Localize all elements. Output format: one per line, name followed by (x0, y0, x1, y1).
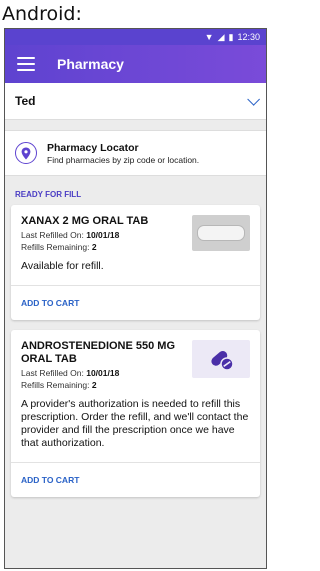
refill-status: A provider's authorization is needed to … (21, 398, 249, 449)
locator-title: Pharmacy Locator (47, 141, 139, 154)
refills-remaining: Refills Remaining: 2 (21, 380, 97, 390)
patient-name: Ted (15, 94, 36, 108)
menu-icon[interactable] (17, 57, 35, 71)
wifi-icon: ▼ (204, 32, 214, 42)
pill-photo (192, 215, 250, 251)
section-ready-for-fill: READY FOR FILL (15, 190, 82, 199)
status-time: 12:30 (237, 32, 260, 42)
app-bar: Pharmacy (5, 45, 266, 83)
status-bar: ▼ ◢ ▮ 12:30 (5, 29, 266, 45)
patient-selector[interactable]: Ted (5, 83, 266, 120)
refill-status: Available for refill. (21, 260, 104, 272)
prescription-card: XANAX 2 MG ORAL TAB Last Refilled On: 10… (11, 205, 260, 320)
add-to-cart-button[interactable]: ADD TO CART (11, 285, 260, 320)
phone-frame: ▼ ◢ ▮ 12:30 Pharmacy Ted Pharmacy Locato… (4, 28, 267, 569)
prescription-card: ANDROSTENEDIONE 550 MG ORAL TAB Last Ref… (11, 330, 260, 497)
battery-icon: ▮ (228, 31, 234, 42)
drug-name: XANAX 2 MG ORAL TAB (21, 215, 149, 227)
chevron-down-icon (247, 92, 260, 106)
screenshot-caption: Android: (2, 3, 82, 25)
signal-icon: ◢ (217, 31, 225, 42)
page-title: Pharmacy (57, 56, 124, 72)
drug-name: ANDROSTENEDIONE 550 MG ORAL TAB (21, 340, 176, 365)
add-to-cart-button[interactable]: ADD TO CART (11, 462, 260, 497)
pill-icon (192, 340, 250, 378)
location-pin-icon (15, 142, 37, 164)
locator-subtitle: Find pharmacies by zip code or location. (47, 154, 200, 165)
pharmacy-locator[interactable]: Pharmacy Locator Find pharmacies by zip … (5, 130, 266, 176)
